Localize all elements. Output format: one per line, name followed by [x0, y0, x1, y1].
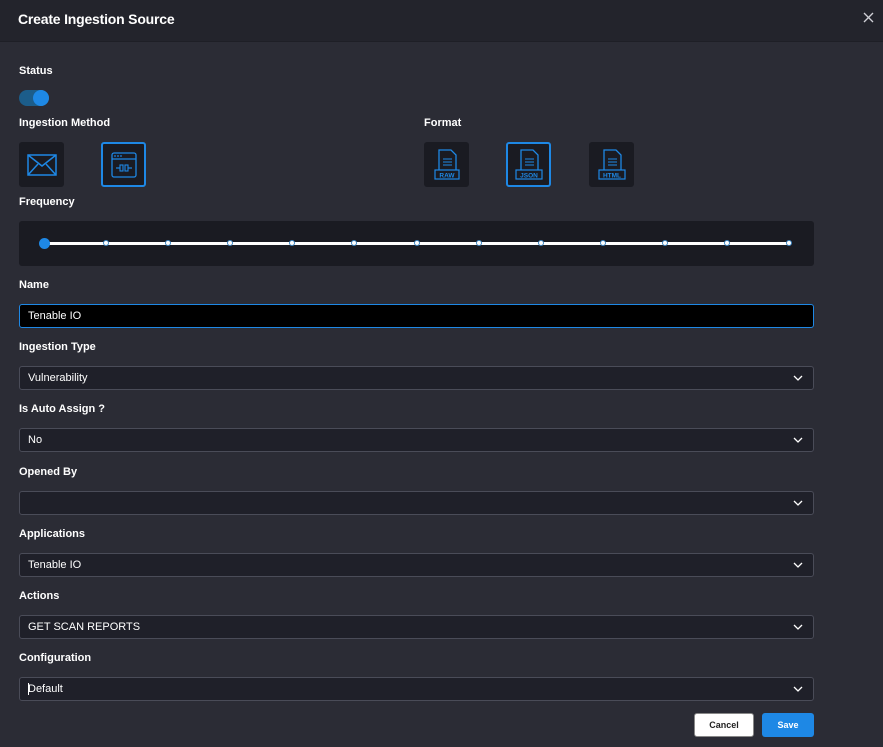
raw-badge: RAW — [439, 172, 455, 179]
applications-label: Applications — [19, 528, 86, 540]
raw-file-icon: RAW — [433, 148, 460, 180]
auto-assign-select[interactable]: No — [19, 428, 814, 452]
opened-by-select[interactable] — [19, 491, 814, 515]
toggle-knob — [33, 90, 49, 106]
ingestion-type-select[interactable]: Vulnerability — [19, 366, 814, 390]
name-input[interactable] — [20, 305, 813, 327]
actions-value: GET SCAN REPORTS — [28, 621, 141, 633]
opened-by-label: Opened By — [19, 466, 78, 478]
api-icon — [110, 151, 137, 178]
slider-tick[interactable] — [599, 240, 606, 246]
dialog-header: Create Ingestion Source — [0, 0, 883, 42]
slider-tick[interactable] — [165, 240, 172, 246]
chevron-down-icon — [793, 437, 803, 443]
actions-label: Actions — [19, 590, 60, 602]
ingestion-method-label: Ingestion Method — [19, 117, 111, 129]
applications-select[interactable]: Tenable IO — [19, 553, 814, 577]
json-badge: JSON — [520, 172, 538, 179]
chevron-down-icon — [793, 624, 803, 630]
close-icon — [863, 12, 874, 23]
slider-tick[interactable] — [351, 240, 358, 246]
save-button[interactable]: Save — [762, 713, 814, 737]
configuration-select[interactable]: Default — [19, 677, 814, 701]
email-icon — [26, 153, 57, 176]
slider-handle[interactable] — [38, 238, 50, 249]
chevron-down-icon — [793, 562, 803, 568]
slider-tick[interactable] — [103, 240, 110, 246]
chevron-down-icon — [793, 686, 803, 692]
html-file-icon: HTML — [597, 148, 626, 180]
slider-tick[interactable] — [661, 240, 668, 246]
chevron-down-icon — [793, 375, 803, 381]
slider-tick[interactable] — [475, 240, 482, 246]
format-html[interactable]: HTML — [589, 142, 634, 187]
applications-value: Tenable IO — [28, 559, 82, 571]
slider-tick[interactable] — [723, 240, 730, 246]
name-field-wrapper — [19, 304, 814, 328]
slider-tick[interactable] — [537, 240, 544, 246]
frequency-label: Frequency — [19, 196, 75, 208]
ingestion-method-api[interactable] — [101, 142, 146, 187]
cancel-button[interactable]: Cancel — [694, 713, 754, 737]
ingestion-type-label: Ingestion Type — [19, 341, 96, 353]
actions-select[interactable]: GET SCAN REPORTS — [19, 615, 814, 639]
close-button[interactable] — [860, 9, 878, 27]
status-label: Status — [19, 65, 53, 77]
status-toggle[interactable] — [19, 90, 49, 106]
slider-tick[interactable] — [786, 240, 792, 246]
name-label: Name — [19, 279, 49, 291]
slider-tick[interactable] — [227, 240, 234, 246]
auto-assign-value: No — [28, 434, 43, 446]
json-file-icon: JSON — [514, 148, 543, 180]
format-raw[interactable]: RAW — [424, 142, 469, 187]
configuration-label: Configuration — [19, 652, 92, 664]
ingestion-method-email[interactable] — [19, 142, 64, 187]
format-label: Format — [424, 117, 462, 129]
slider-tick[interactable] — [413, 240, 420, 246]
chevron-down-icon — [793, 500, 803, 506]
slider-tick[interactable] — [289, 240, 296, 246]
format-json[interactable]: JSON — [506, 142, 551, 187]
configuration-value: Default — [28, 683, 63, 695]
html-badge: HTML — [602, 172, 620, 179]
frequency-slider[interactable] — [19, 221, 814, 266]
auto-assign-label: Is Auto Assign ? — [19, 403, 105, 415]
ingestion-type-value: Vulnerability — [28, 372, 88, 384]
dialog-title: Create Ingestion Source — [18, 11, 175, 27]
